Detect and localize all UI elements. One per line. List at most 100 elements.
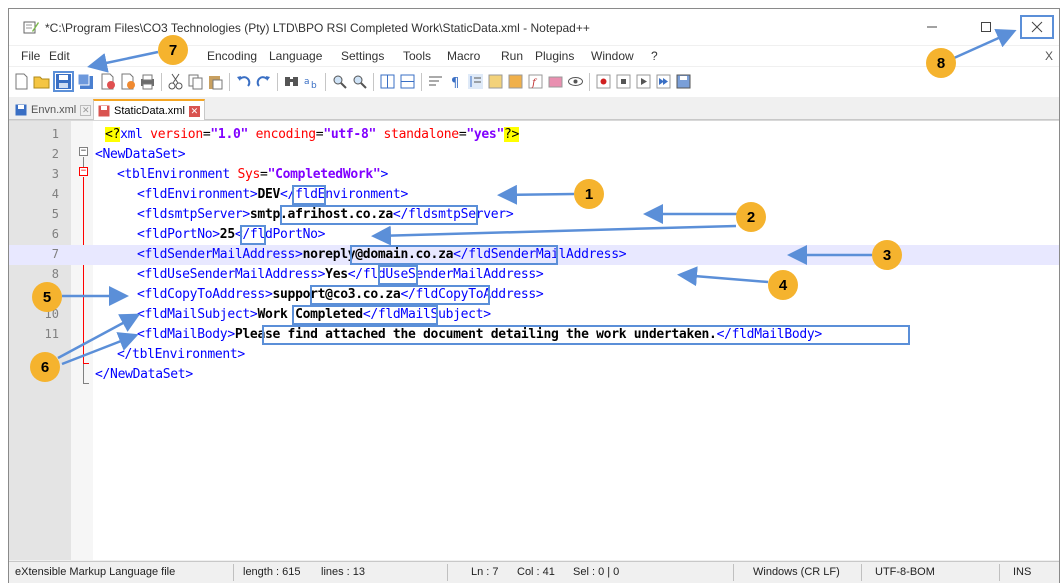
save-icon[interactable]	[53, 71, 74, 92]
open-file-icon[interactable]	[33, 73, 50, 90]
menu-edit[interactable]: Edit	[49, 49, 70, 63]
newdataset-close-tag: </NewDataSet>	[95, 367, 193, 382]
close-all-icon[interactable]	[119, 73, 136, 90]
close-window-button[interactable]	[1020, 15, 1054, 39]
highlight-subject	[292, 305, 438, 325]
cut-icon[interactable]	[167, 73, 184, 90]
find-icon[interactable]	[283, 73, 300, 90]
tab-close-icon[interactable]: ✕	[80, 104, 92, 116]
tab-staticdata-xml[interactable]: StaticData.xml ✕	[93, 99, 205, 121]
tab-label: StaticData.xml	[114, 105, 185, 117]
menu-run[interactable]: Run	[501, 49, 523, 63]
svg-text:¶: ¶	[451, 76, 459, 90]
svg-text:b: b	[311, 81, 317, 90]
line-number: 8	[51, 267, 59, 281]
status-lines: lines : 13	[321, 566, 366, 578]
callout-badge-1: 1	[574, 179, 604, 209]
tab-bar: Envn.xml ✕ StaticData.xml ✕	[9, 98, 1059, 121]
paste-icon[interactable]	[207, 73, 224, 90]
status-ln: Ln : 7	[471, 566, 499, 578]
maximize-button[interactable]	[969, 15, 1003, 39]
tab-close-icon[interactable]: ✕	[188, 105, 200, 117]
port-value: 25	[219, 227, 235, 242]
menu-plugins[interactable]: Plugins	[535, 49, 574, 63]
status-eol: Windows (CR LF)	[753, 566, 840, 578]
menu-window[interactable]: Window	[591, 49, 634, 63]
line-number: 5	[51, 207, 59, 221]
tab-envn-xml[interactable]: Envn.xml ✕	[11, 100, 95, 120]
doc-map-icon[interactable]	[507, 73, 524, 90]
undo-icon[interactable]	[235, 73, 252, 90]
maximize-icon	[981, 22, 991, 32]
print-icon[interactable]	[139, 73, 156, 90]
play-macro-icon[interactable]	[635, 73, 652, 90]
zoom-in-icon[interactable]	[331, 73, 348, 90]
callout-badge-3: 3	[872, 240, 902, 270]
highlight-body	[262, 325, 910, 345]
line-number: 11	[44, 327, 59, 341]
folder-workspace-icon[interactable]	[547, 73, 564, 90]
code-line: 8 <fldUseSenderMailAddress>Yes</fldUseSe…	[9, 265, 1059, 285]
highlight-port	[240, 225, 266, 245]
svg-text:a: a	[304, 77, 310, 87]
save-macro-icon[interactable]	[675, 73, 692, 90]
highlight-smtp	[280, 205, 478, 225]
callout-badge-4: 4	[768, 270, 798, 300]
menu-encoding[interactable]: Encoding	[207, 49, 257, 63]
saved-file-icon	[15, 104, 27, 116]
toolbar: ab ¶ f	[9, 67, 1059, 97]
tblenvironment-close-tag: </tblEnvironment>	[117, 347, 245, 362]
menu-language[interactable]: Language	[269, 49, 322, 63]
save-all-icon[interactable]	[77, 73, 94, 90]
close-doc-x[interactable]: X	[1045, 49, 1053, 63]
highlight-use-sender	[378, 265, 418, 285]
status-sel: Sel : 0 | 0	[573, 566, 620, 578]
status-length: length : 615	[243, 566, 301, 578]
highlight-environment	[292, 185, 326, 205]
show-all-chars-icon[interactable]: ¶	[447, 73, 464, 90]
menu-settings[interactable]: Settings	[341, 49, 384, 63]
menu-help[interactable]: ?	[651, 49, 658, 63]
sync-vertical-icon[interactable]	[379, 73, 396, 90]
run-macro-multiple-icon[interactable]	[655, 73, 672, 90]
stop-macro-icon[interactable]	[615, 73, 632, 90]
code-line: 10 <fldMailSubject>Work Completed</fldMa…	[9, 305, 1059, 325]
callout-badge-7: 7	[158, 35, 188, 65]
line-number: 4	[51, 187, 59, 201]
new-file-icon[interactable]	[13, 73, 30, 90]
word-wrap-icon[interactable]	[427, 73, 444, 90]
line-number: 1	[51, 127, 59, 141]
sync-horizontal-icon[interactable]	[399, 73, 416, 90]
status-file-type: eXtensible Markup Language file	[15, 566, 176, 578]
callout-badge-5: 5	[32, 282, 62, 312]
highlight-sender	[350, 245, 558, 265]
menu-macro[interactable]: Macro	[447, 49, 480, 63]
monitor-icon[interactable]	[567, 73, 584, 90]
line-number: 7	[51, 247, 59, 261]
user-language-icon[interactable]	[487, 73, 504, 90]
code-line: 5 <fldsmtpServer>smtp.afrihost.co.za</fl…	[9, 205, 1059, 225]
record-macro-icon[interactable]	[595, 73, 612, 90]
copy-icon[interactable]	[187, 73, 204, 90]
environment-value: DEV	[257, 187, 281, 202]
status-mode: INS	[1013, 566, 1032, 578]
replace-icon[interactable]: ab	[303, 73, 320, 90]
status-bar: eXtensible Markup Language file length :…	[9, 561, 1059, 583]
code-line: 1 <?xml version="1.0" encoding="utf-8" s…	[9, 125, 1059, 145]
callout-badge-6: 6	[30, 352, 60, 382]
close-icon[interactable]	[99, 73, 116, 90]
minimize-button[interactable]	[915, 15, 949, 39]
callout-badge-2: 2	[736, 202, 766, 232]
status-encoding: UTF-8-BOM	[875, 566, 935, 578]
notepad-window: *C:\Program Files\CO3 Technologies (Pty)…	[8, 8, 1060, 583]
function-list-icon[interactable]: f	[527, 73, 544, 90]
code-line: 3 <tblEnvironment Sys="CompletedWork">	[9, 165, 1059, 185]
close-icon	[1031, 21, 1043, 33]
menu-tools[interactable]: Tools	[403, 49, 431, 63]
redo-icon[interactable]	[255, 73, 272, 90]
highlight-copy-to	[310, 285, 490, 305]
zoom-out-icon[interactable]	[351, 73, 368, 90]
menu-file[interactable]: File	[21, 49, 40, 63]
tab-label: Envn.xml	[31, 104, 77, 116]
indent-guide-icon[interactable]	[467, 73, 484, 90]
